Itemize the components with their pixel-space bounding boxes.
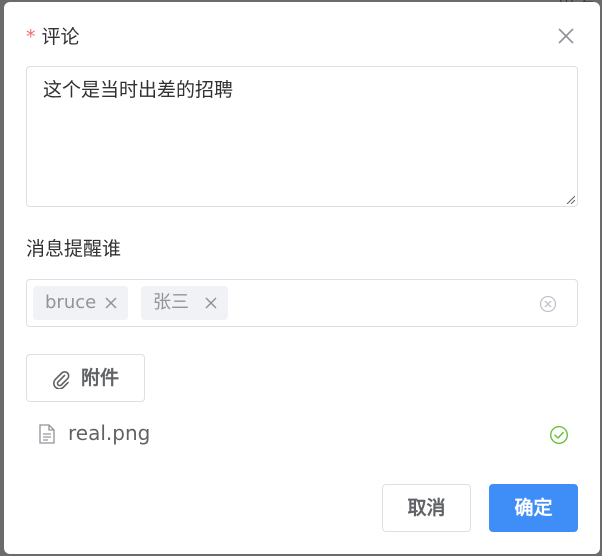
resize-handle-icon[interactable] bbox=[565, 194, 575, 204]
paperclip-icon bbox=[53, 371, 70, 389]
cancel-button[interactable]: 取消 bbox=[382, 484, 471, 532]
file-name: real.png bbox=[68, 421, 151, 445]
tag-label: 张三 bbox=[153, 292, 189, 313]
tag-close-icon[interactable] bbox=[204, 296, 218, 310]
dialog-title: * 评论 bbox=[26, 24, 80, 50]
tag-label: bruce bbox=[45, 292, 97, 313]
close-icon[interactable] bbox=[556, 26, 576, 46]
tag-bruce: bruce bbox=[33, 286, 128, 320]
attach-label: 附件 bbox=[81, 367, 120, 389]
tag-close-icon[interactable] bbox=[104, 296, 118, 310]
comment-textarea[interactable]: 这个是当时出差的招聘 bbox=[26, 66, 578, 207]
uploaded-file-item[interactable]: real.png bbox=[38, 416, 578, 450]
attach-button[interactable]: 附件 bbox=[26, 354, 145, 402]
notify-select[interactable]: bruce 张三 bbox=[26, 279, 578, 327]
comment-dialog: * 评论 这个是当时出差的招聘 消息提醒谁 bruce 张三 附件 real.p… bbox=[4, 2, 600, 554]
clear-circle-icon[interactable] bbox=[539, 295, 557, 313]
document-icon bbox=[39, 424, 55, 444]
tag-zhangsan: 张三 bbox=[141, 286, 228, 320]
dialog-title-text: 评论 bbox=[41, 26, 80, 48]
check-circle-icon bbox=[549, 425, 569, 445]
required-mark: * bbox=[26, 26, 36, 48]
notify-label: 消息提醒谁 bbox=[26, 238, 122, 260]
confirm-button[interactable]: 确定 bbox=[489, 484, 578, 532]
comment-text: 这个是当时出差的招聘 bbox=[43, 79, 234, 101]
